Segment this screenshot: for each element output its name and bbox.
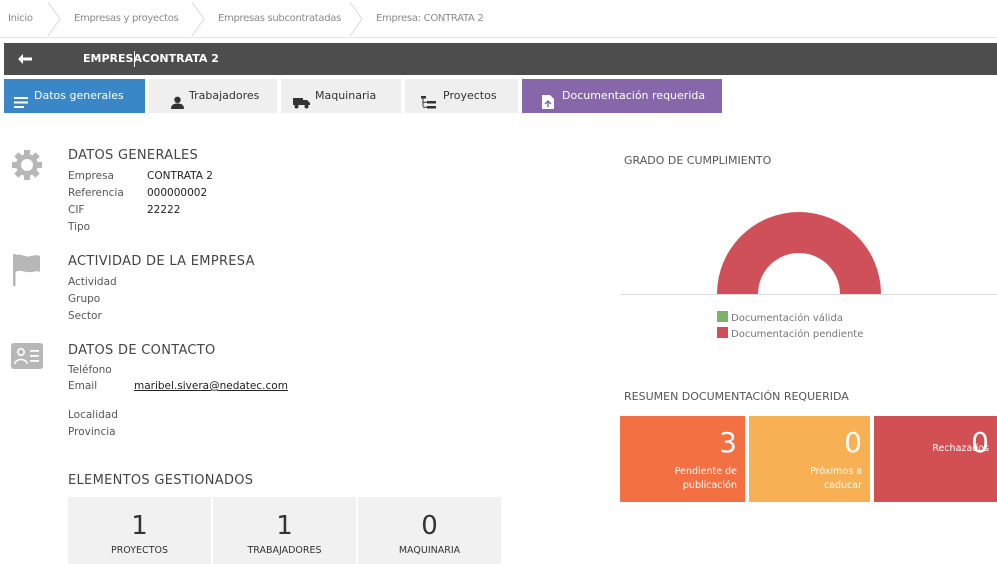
field-label-grupo: Grupo — [68, 293, 101, 305]
legend-label: Documentación válida — [731, 313, 843, 324]
tab-proyectos[interactable]: Proyectos — [405, 79, 518, 113]
card-label: Pendiente de publicación — [674, 466, 737, 491]
legend-label: Documentación pendiente — [731, 329, 864, 340]
card-label: Próximos a caducar — [810, 466, 862, 491]
gauge-arc-pendiente — [717, 212, 881, 294]
tab-datos-generales[interactable]: Datos generales — [4, 79, 145, 113]
breadcrumb-item-empresas-proyectos[interactable]: Empresas y proyectos — [74, 0, 179, 38]
legend-swatch — [717, 311, 728, 322]
field-label-sector: Sector — [68, 310, 102, 322]
stat-proyectos[interactable]: 1 PROYECTOS — [68, 497, 211, 564]
card-label: Rechazados — [932, 443, 989, 454]
field-label-empresa: Empresa — [68, 170, 114, 182]
back-arrow-icon[interactable] — [17, 51, 33, 67]
field-value-referencia: 000000002 — [147, 187, 208, 199]
field-value-empresa: CONTRATA 2 — [147, 170, 213, 182]
stat-label: PROYECTOS — [110, 545, 169, 556]
breadcrumb-item-inicio[interactable]: Inicio — [8, 0, 33, 38]
section-title-actividad: ACTIVIDAD DE LA EMPRESA — [68, 254, 255, 269]
breadcrumb-separator-icon — [348, 0, 364, 38]
compliance-gauge — [717, 212, 881, 294]
legend-item-pendiente: Documentación pendiente — [717, 327, 863, 340]
field-label-referencia: Referencia — [68, 187, 124, 199]
contact-card-icon — [11, 343, 43, 373]
tab-label: Proyectos — [443, 89, 497, 102]
card-pendiente-publicacion[interactable]: 3 Pendiente de publicación — [620, 416, 745, 502]
gauge-baseline — [620, 294, 997, 295]
flag-icon — [13, 254, 41, 290]
legend-swatch — [717, 327, 728, 338]
section-title-datos-generales: DATOS GENERALES — [68, 148, 199, 163]
truck-icon — [293, 89, 310, 123]
stat-trabajadores[interactable]: 1 TRABAJADORES — [213, 497, 356, 564]
list-icon — [14, 89, 28, 123]
tab-trabajadores[interactable]: Trabajadores — [149, 79, 277, 113]
breadcrumb-item-empresas-subcontratadas[interactable]: Empresas subcontratadas — [218, 0, 341, 38]
stat-label: MAQUINARIA — [398, 545, 461, 556]
document-icon — [542, 89, 554, 123]
legend-item-valida: Documentación válida — [717, 311, 843, 324]
tab-documentacion-requerida[interactable]: Documentación requerida — [522, 79, 722, 113]
field-label-localidad: Localidad — [68, 409, 118, 421]
breadcrumb: Inicio Empresas y proyectos Empresas sub… — [0, 0, 997, 38]
stat-value: 1 — [276, 511, 293, 541]
gauge-title: GRADO DE CUMPLIMIENTO — [624, 154, 772, 167]
page-title: CONTRATA 2 — [142, 52, 219, 65]
resumen-title: RESUMEN DOCUMENTACIÓN REQUERIDA — [624, 390, 849, 403]
card-proximos-caducar[interactable]: 0 Próximos a caducar — [749, 416, 870, 502]
breadcrumb-separator-icon — [46, 0, 62, 38]
card-rechazados[interactable]: 0 Rechazados — [874, 416, 997, 502]
tab-label: Trabajadores — [189, 89, 260, 102]
breadcrumb-separator-icon — [190, 0, 206, 38]
user-icon — [171, 89, 184, 123]
section-title-elementos: ELEMENTOS GESTIONADOS — [68, 473, 254, 488]
stat-value: 0 — [421, 511, 438, 541]
field-label-provincia: Provincia — [68, 426, 116, 438]
field-label-actividad: Actividad — [68, 276, 117, 288]
page-header: EMPRESA CONTRATA 2 — [4, 43, 997, 75]
tab-label: Datos generales — [34, 89, 124, 102]
tree-icon — [421, 89, 436, 123]
tab-maquinaria[interactable]: Maquinaria — [281, 79, 401, 113]
tab-label: Documentación requerida — [562, 89, 706, 102]
card-value: 3 — [719, 426, 737, 459]
email-link[interactable]: maribel.sivera@nedatec.com — [134, 380, 288, 392]
tab-label: Maquinaria — [315, 89, 377, 102]
stat-label: TRABAJADORES — [247, 545, 322, 556]
breadcrumb-item-empresa: Empresa: CONTRATA 2 — [376, 13, 484, 24]
card-value: 0 — [844, 426, 862, 459]
field-value-cif: 22222 — [147, 204, 181, 216]
field-label-tipo: Tipo — [68, 221, 91, 233]
field-label-cif: CIF — [68, 204, 85, 216]
field-label-email: Email — [68, 380, 98, 392]
field-label-telefono: Teléfono — [68, 364, 112, 376]
gear-icon — [11, 149, 43, 185]
title-divider — [134, 51, 135, 67]
section-title-contacto: DATOS DE CONTACTO — [68, 343, 216, 358]
stat-maquinaria[interactable]: 0 MAQUINARIA — [358, 497, 501, 564]
stat-value: 1 — [131, 511, 148, 541]
